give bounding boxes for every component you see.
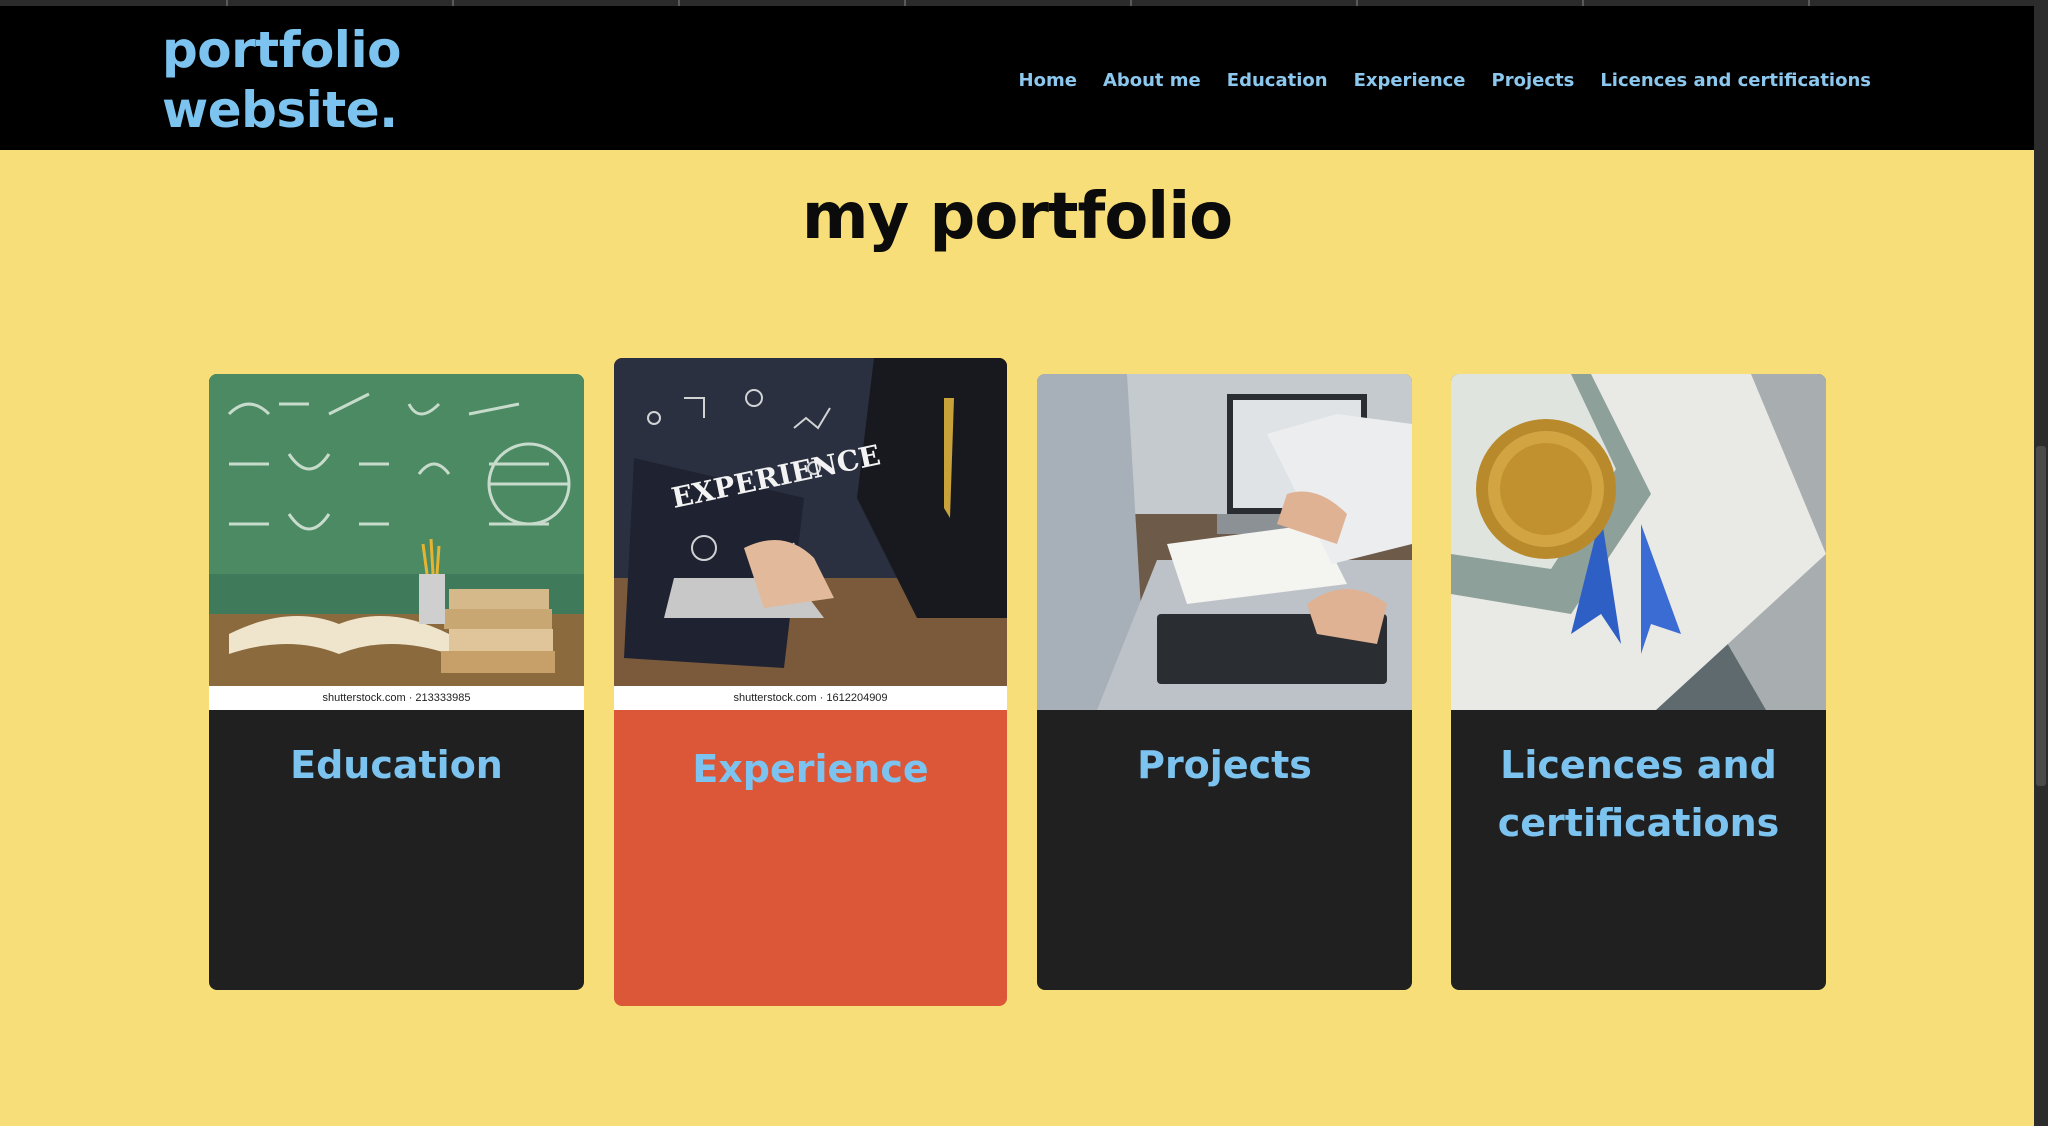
nav-education[interactable]: Education [1227,70,1328,91]
brand-line-1: portfolio [162,21,401,79]
image-credit: shutterstock.com · 213333985 [209,686,584,710]
card-title-line-1: Licences and [1500,743,1777,787]
card-licences[interactable]: Licences and certifications [1451,374,1826,990]
card-title: Education [290,743,503,787]
projects-image [1037,374,1412,710]
card-projects[interactable]: Projects [1037,374,1412,990]
nav-home[interactable]: Home [1019,70,1077,91]
card-experience[interactable]: EXPERIENCE shutterstock.com · 1612204909… [614,358,1007,1006]
brand-line-2: website. [162,81,398,139]
navbar: portfolio website. Home About me Educati… [0,6,2034,150]
education-image [209,374,584,710]
experience-image: EXPERIENCE [614,358,1007,686]
card-title-line-2: certifications [1497,801,1780,845]
nav-projects[interactable]: Projects [1492,70,1575,91]
scrollbar-thumb[interactable] [2036,446,2046,786]
nav-experience[interactable]: Experience [1354,70,1466,91]
certificate-image [1451,374,1826,710]
card-education[interactable]: shutterstock.com · 213333985 Education [209,374,584,990]
main-nav: Home About me Education Experience Proje… [993,70,1871,91]
card-title: Projects [1137,743,1312,787]
nav-licences[interactable]: Licences and certifications [1600,70,1871,91]
page-scrollbar[interactable] [2034,0,2048,1126]
page-title: my portfolio [801,180,1233,254]
image-credit: shutterstock.com · 1612204909 [614,686,1007,710]
nav-about-me[interactable]: About me [1103,70,1201,91]
brand-logo[interactable]: portfolio website. [162,20,401,140]
card-title: Experience [692,747,929,791]
